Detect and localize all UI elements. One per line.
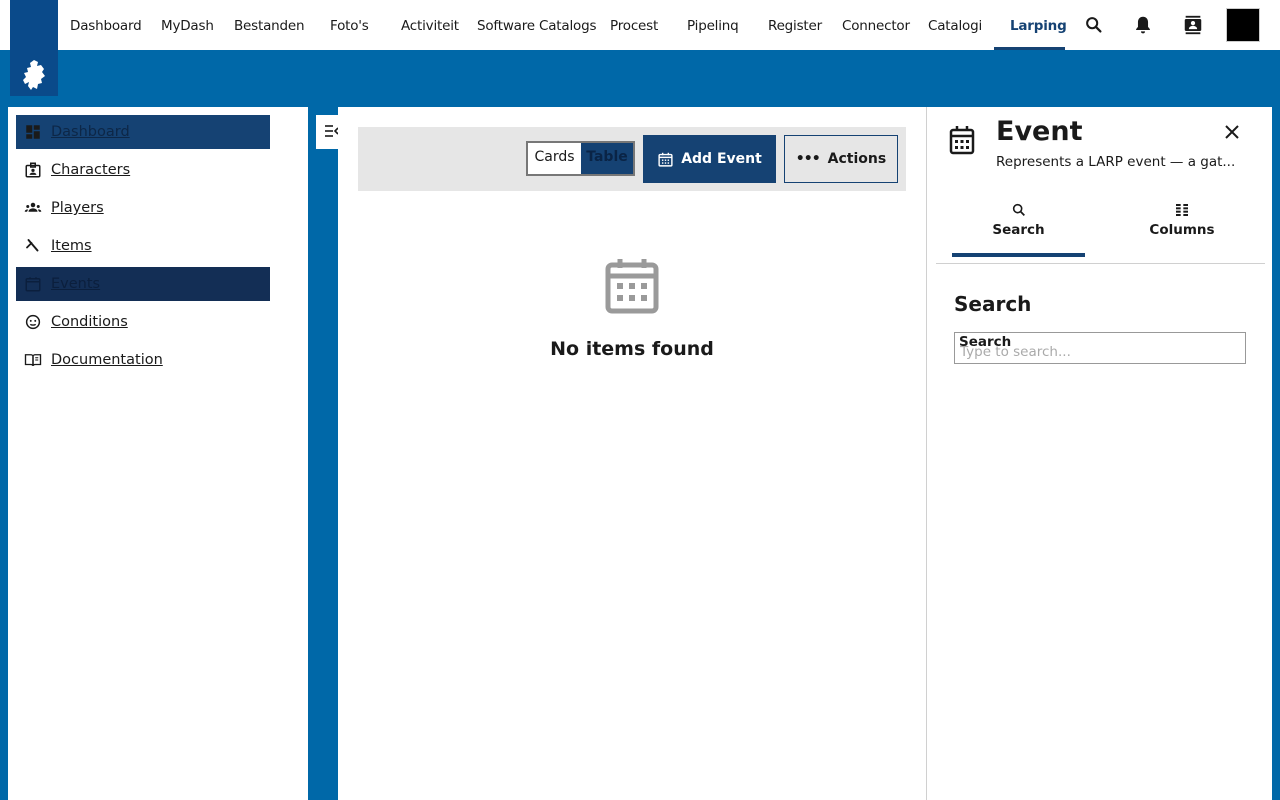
nav-software-catalogs[interactable]: Software Catalogs bbox=[477, 0, 596, 50]
sidebar-item-dashboard[interactable]: Dashboard bbox=[16, 115, 270, 149]
search-input-label: Search bbox=[959, 334, 1012, 350]
main-content: Cards Table Add Event ••• Actions No ite… bbox=[338, 107, 926, 800]
active-tab-indicator bbox=[994, 47, 1065, 50]
view-toggle: Cards Table bbox=[526, 141, 635, 176]
search-icon[interactable] bbox=[1083, 14, 1105, 36]
close-icon[interactable] bbox=[1223, 123, 1241, 141]
sidebar-item-label: Players bbox=[51, 200, 104, 216]
top-navigation: Dashboard MyDash Bestanden Foto's Activi… bbox=[0, 0, 1280, 50]
nav-bestanden[interactable]: Bestanden bbox=[234, 0, 305, 50]
add-event-label: Add Event bbox=[681, 151, 762, 167]
sword-icon bbox=[26, 239, 39, 252]
face-icon bbox=[25, 314, 41, 330]
actions-button[interactable]: ••• Actions bbox=[784, 135, 898, 183]
nav-register[interactable]: Register bbox=[768, 0, 822, 50]
sidebar-item-label: Conditions bbox=[51, 314, 128, 330]
collapse-sidebar-button[interactable] bbox=[316, 115, 339, 149]
toolbar: Cards Table Add Event ••• Actions bbox=[358, 127, 906, 191]
nav-dashboard[interactable]: Dashboard bbox=[70, 0, 142, 50]
calendar-icon bbox=[25, 277, 41, 292]
sidebar-item-label: Items bbox=[51, 238, 92, 254]
view-cards-option[interactable]: Cards bbox=[528, 143, 581, 174]
search-icon bbox=[1012, 203, 1025, 216]
sidebar-item-characters[interactable]: Characters bbox=[16, 153, 270, 187]
nav-larping[interactable]: Larping bbox=[1010, 0, 1067, 50]
sidebar-item-conditions[interactable]: Conditions bbox=[16, 305, 270, 339]
nav-activiteit[interactable]: Activiteit bbox=[401, 0, 459, 50]
calendar-empty-icon bbox=[605, 259, 659, 314]
sidebar-item-players[interactable]: Players bbox=[16, 191, 270, 225]
columns-icon bbox=[1176, 204, 1188, 216]
search-field: Search bbox=[954, 332, 1246, 364]
calendar-icon bbox=[658, 152, 673, 167]
sidebar-item-label: Characters bbox=[51, 162, 131, 178]
tab-search[interactable]: Search bbox=[952, 202, 1085, 257]
sidebar-item-label: Events bbox=[51, 276, 101, 292]
panel-subtitle: Represents a LARP event — a gat... bbox=[996, 154, 1236, 170]
view-table-option[interactable]: Table bbox=[581, 143, 633, 174]
nav-procest[interactable]: Procest bbox=[610, 0, 658, 50]
badge-icon bbox=[25, 162, 41, 178]
logo[interactable] bbox=[10, 0, 58, 96]
divider bbox=[936, 263, 1265, 264]
tab-columns-label: Columns bbox=[1149, 222, 1215, 238]
nav-catalogi[interactable]: Catalogi bbox=[928, 0, 982, 50]
sidebar-item-label: Documentation bbox=[51, 352, 163, 368]
tab-columns[interactable]: Columns bbox=[1117, 202, 1247, 257]
calendar-icon bbox=[949, 126, 975, 155]
actions-label: Actions bbox=[827, 151, 887, 167]
group-icon bbox=[24, 202, 42, 212]
empty-state-message: No items found bbox=[550, 338, 714, 360]
tab-search-label: Search bbox=[992, 222, 1045, 238]
book-icon bbox=[24, 354, 42, 367]
more-icon: ••• bbox=[795, 151, 821, 167]
menu-collapse-icon bbox=[325, 125, 339, 137]
nav-pipelinq[interactable]: Pipelinq bbox=[687, 0, 739, 50]
nav-connector[interactable]: Connector bbox=[842, 0, 910, 50]
panel-title: Event bbox=[996, 116, 1083, 147]
contacts-icon[interactable] bbox=[1182, 14, 1204, 36]
dashboard-icon bbox=[26, 125, 40, 139]
nav-mydash[interactable]: MyDash bbox=[161, 0, 214, 50]
sidebar-item-items[interactable]: Items bbox=[16, 229, 270, 263]
sidebar: Dashboard Characters Players Items Event… bbox=[8, 107, 308, 800]
bell-icon[interactable] bbox=[1132, 14, 1154, 36]
sidebar-item-documentation[interactable]: Documentation bbox=[16, 343, 270, 377]
nav-fotos[interactable]: Foto's bbox=[330, 0, 369, 50]
search-section-title: Search bbox=[954, 292, 1032, 316]
netherlands-map-icon bbox=[23, 60, 45, 90]
sidebar-item-events[interactable]: Events bbox=[16, 267, 270, 301]
avatar[interactable] bbox=[1226, 8, 1260, 42]
details-panel: Event Represents a LARP event — a gat...… bbox=[926, 107, 1272, 800]
add-event-button[interactable]: Add Event bbox=[643, 135, 776, 183]
sidebar-item-label: Dashboard bbox=[51, 124, 130, 140]
